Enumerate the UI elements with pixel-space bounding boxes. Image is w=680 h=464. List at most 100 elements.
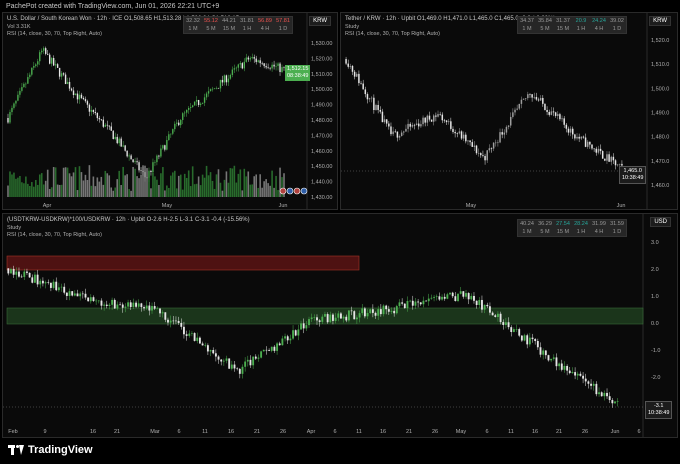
candle-body	[265, 66, 267, 68]
candle-body	[100, 300, 103, 306]
volume-bar	[104, 170, 107, 197]
candle-body	[471, 142, 473, 147]
candle-body	[347, 310, 350, 321]
candle-body	[60, 73, 63, 77]
candle-body	[375, 104, 377, 111]
candle-body	[571, 128, 574, 135]
candle-body	[251, 57, 253, 59]
volume-bar	[221, 190, 224, 197]
volume-bar	[211, 180, 214, 197]
volume-bar	[116, 179, 119, 197]
candle-body	[277, 63, 279, 66]
candle-body	[396, 131, 399, 138]
candle-body	[531, 94, 533, 98]
rsi-timeframe: 15 M	[222, 26, 236, 32]
candle-body	[428, 115, 431, 120]
x-tick-label: Mar	[150, 429, 160, 435]
candle-body	[388, 123, 390, 127]
tradingview-logo[interactable]: TradingView	[8, 444, 93, 456]
candle-body	[54, 64, 57, 66]
premium-panel[interactable]: 3.0 2.0 1.0 0.0 -1.0 -2.0 Feb 9 16 21 Mar 6 11 16 21 26…	[2, 213, 678, 438]
premium-chart[interactable]: 3.0 2.0 1.0 0.0 -1.0 -2.0 Feb 9 16 21 Mar 6 11 16 21 26…	[3, 214, 678, 438]
candle-body	[349, 66, 352, 67]
y-tick-label: 1,480.0	[651, 135, 669, 141]
candle-body	[401, 302, 404, 304]
candle-body	[565, 124, 568, 129]
volume-bar	[72, 172, 75, 197]
candle-body	[518, 329, 521, 336]
candle-body	[610, 156, 612, 162]
candle-body	[49, 282, 52, 288]
rsi-value: 56.89	[258, 18, 272, 24]
candle-body	[358, 73, 360, 84]
volume-bar	[40, 173, 43, 197]
usdtkrw-symbol-badge[interactable]: KRW	[649, 16, 671, 26]
rsi-value: 20.9	[575, 18, 587, 24]
candle-body	[170, 133, 172, 135]
candle-body	[160, 148, 162, 157]
candle-body	[28, 272, 31, 278]
candle-body	[31, 67, 33, 75]
candle-body	[23, 271, 26, 277]
candle-body	[316, 317, 318, 321]
candle-body	[209, 350, 212, 352]
volume-bar	[227, 182, 230, 197]
candle-body	[544, 350, 547, 356]
volume-bar	[21, 182, 23, 197]
x-tick-label: 6	[177, 429, 180, 435]
usdtkrw-panel[interactable]: 1,520.0 1,510.0 1,500.0 1,490.0 1,480.0 1,470…	[340, 12, 678, 210]
candle-body	[502, 322, 505, 325]
footer: TradingView	[0, 440, 680, 464]
rsi-value: 40.24	[520, 221, 534, 227]
candle-body	[19, 90, 21, 95]
candle-body	[542, 350, 545, 355]
candle-body	[435, 115, 437, 117]
y-tick-label: 1,430.00	[311, 195, 332, 201]
rsi-timeframe: 1 D	[612, 26, 622, 32]
volume-bar	[122, 166, 124, 197]
candle-body	[394, 131, 397, 133]
candle-body	[563, 118, 565, 125]
premium-symbol-badge[interactable]: USD	[650, 217, 671, 227]
volume-bar	[31, 182, 33, 197]
candle-body	[281, 67, 283, 72]
candle-body	[188, 333, 191, 336]
candle-body	[439, 114, 441, 115]
rsi-value: 35.84	[538, 18, 552, 24]
candle-body	[151, 306, 153, 311]
x-tick-label: 26	[582, 429, 588, 435]
candle-body	[377, 309, 380, 316]
candle-body	[480, 153, 482, 156]
candle-body	[587, 381, 590, 384]
candle-body	[164, 312, 167, 320]
usdkrw-chart[interactable]: 1,530.00 1,520.00 1,510.00 1,500.00 1,490.00…	[3, 13, 338, 210]
usdkrw-symbol-badge[interactable]: KRW	[309, 16, 331, 26]
x-tick-label: 26	[432, 429, 438, 435]
candle-body	[580, 136, 583, 139]
volume-bar	[231, 168, 234, 197]
volume-bar	[110, 187, 113, 197]
candle-body	[55, 281, 58, 291]
volume-bar	[173, 170, 176, 197]
candle-body	[76, 293, 79, 297]
candle-body	[172, 320, 175, 322]
candle-body	[238, 368, 241, 374]
candle-body	[393, 310, 396, 314]
volume-bar	[247, 171, 250, 197]
tradingview-logo-icon	[8, 445, 24, 455]
y-tick-label: 1,440.00	[311, 180, 332, 186]
candle-body	[275, 65, 277, 67]
premium-study: Study	[7, 225, 22, 231]
x-tick-label: 21	[556, 429, 562, 435]
rsi-value: 31.59	[610, 221, 624, 227]
candle-body	[601, 151, 604, 159]
volume-bar	[42, 184, 45, 197]
volume-bar	[195, 183, 198, 197]
candle-body	[465, 293, 467, 297]
volume-bar	[179, 174, 182, 197]
candle-body	[150, 170, 152, 173]
candle-body	[13, 103, 15, 108]
usdkrw-last-price: 1,512.15 08:38:49	[285, 65, 311, 81]
volume-bar	[9, 171, 11, 197]
usdkrw-panel[interactable]: 1,530.00 1,520.00 1,510.00 1,500.00 1,490.00…	[2, 12, 338, 210]
